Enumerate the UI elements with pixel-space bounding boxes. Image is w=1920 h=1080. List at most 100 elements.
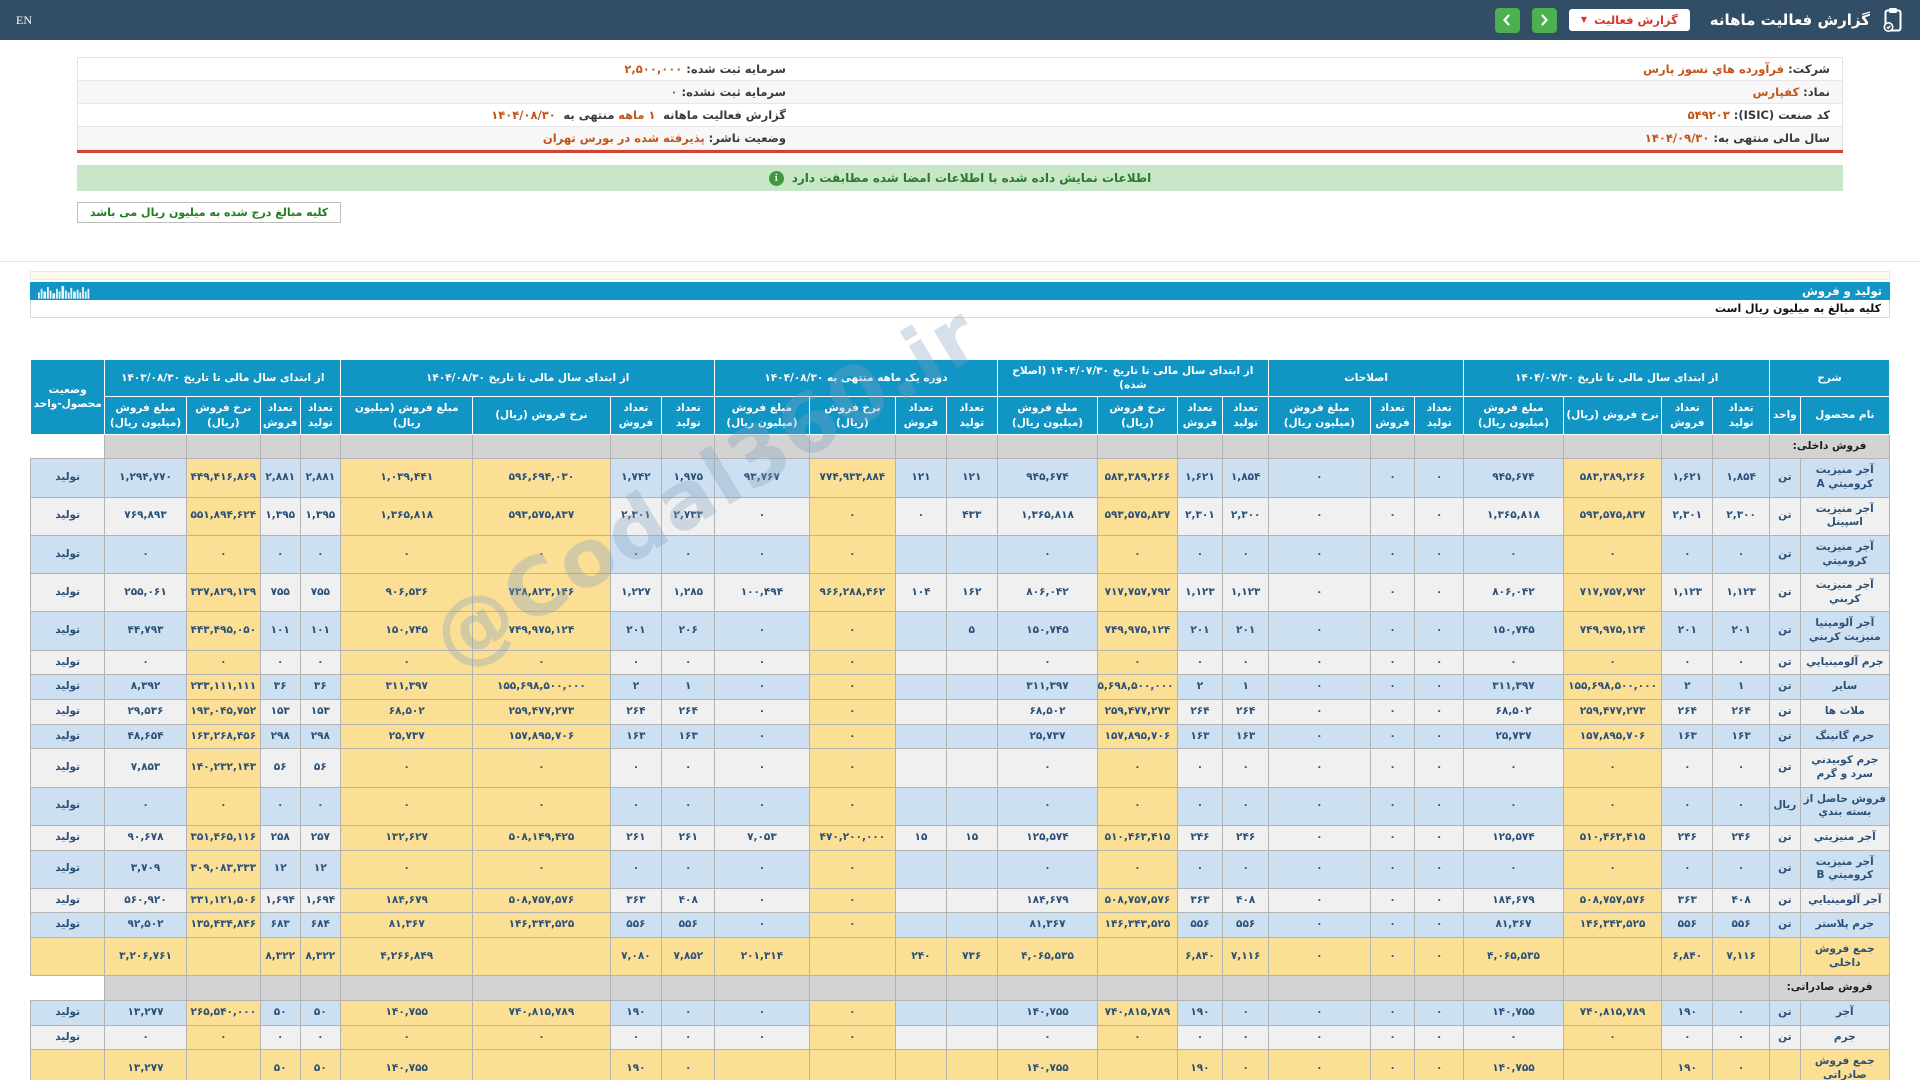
value-cell: ۷۳۸,۸۲۳,۱۴۶ (472, 573, 611, 613)
value-cell: ۴۴۹,۴۱۶,۸۶۹ (185, 458, 261, 498)
product-name-cell: آجر منیزیت کرومیتي (1799, 534, 1891, 575)
report-type-dropdown[interactable]: گزارش فعالیت ▼ (1568, 9, 1690, 31)
value-cell: ۹۴۵,۶۷۴ (1463, 458, 1564, 498)
value-cell: ۰ (472, 649, 611, 676)
value-cell: ۰ (1369, 534, 1416, 575)
value-cell: ۷۶۹,۸۹۳ (104, 496, 187, 536)
unit-cell: تن (1769, 534, 1801, 575)
value-cell: ۲۰۱ (1176, 611, 1224, 651)
value-cell: ۴۳۳ (945, 496, 998, 536)
value-cell: ۱۹۰ (1176, 999, 1224, 1026)
table-row: آجر تن ۰ ۱۹۰ ۷۴۰,۸۱۵,۷۸۹ ۱۴۰,۷۵۵ ۰ ۰ ۰ ۰ ۱۹۰ ۷۴۰,۸۱… (29, 999, 1891, 1026)
value-cell: ۷,۰۵۳ (714, 824, 810, 851)
chevron-right-icon (1541, 14, 1549, 26)
value-cell: ۴۴,۷۹۳ (104, 611, 187, 651)
next-report-button[interactable] (1531, 7, 1557, 33)
value-cell: ۵۸۳,۳۸۹,۲۶۶ (1097, 458, 1178, 498)
value-cell: ۱۸۴,۶۷۹ (996, 887, 1099, 914)
value-cell: ۲۳۳,۱۱۱,۱۱۱ (185, 674, 261, 701)
value-cell: ۰ (1369, 937, 1416, 977)
previous-report-button[interactable] (1494, 7, 1520, 33)
value-cell: ۸۰۶,۰۴۲ (996, 573, 1099, 613)
value-cell: ۲۰۱ (1712, 611, 1771, 651)
value-cell: ۰ (1222, 649, 1270, 676)
value-cell: ۲۵۹,۴۷۷,۲۷۳ (1562, 699, 1663, 725)
unit-cell: تن (1769, 496, 1801, 536)
forosh-header: تعداد فروش (609, 396, 663, 435)
table-row: سایرتن۱۲۱۵۵,۶۹۸,۵۰۰,۰۰۰۳۱۱,۳۹۷۰۰۰۱۲۱۵۵,۶… (29, 674, 1891, 701)
value-cell: ۰ (808, 748, 897, 788)
forosh-header: تعداد فروش (259, 396, 301, 435)
value-cell: ۰ (1414, 723, 1465, 750)
value-cell: ۱۴۰,۷۵۵ (340, 1049, 474, 1080)
value-cell: ۰ (1463, 786, 1564, 826)
symbol-label: نماد: (1803, 85, 1830, 99)
value-cell: ۵۹۶,۶۹۴,۰۳۰ (472, 458, 611, 498)
table-row: جرم آلومینیایي تن ۰ ۰ ۰ ۰ ۰ ۰ ۰ ۰ ۰ ۰ ۰ ۰ ۰ ۰ ۰ ۰ ۰ ۰ ۰ ۰ ۰ تول… (29, 649, 1891, 676)
fiscal-year-value: ۱۴۰۴/۰۹/۳۰ (1644, 131, 1710, 145)
unit-header: واحد (1769, 396, 1801, 435)
product-name-cell: آجر آلومینیا منیزیت کربني (1799, 611, 1891, 651)
value-cell: ۰ (661, 748, 716, 788)
value-cell: ۴,۲۶۶,۸۴۹ (340, 937, 474, 977)
value-cell: ۵۵۶ (1176, 912, 1224, 939)
value-cell: ۰ (1268, 887, 1371, 914)
value-cell: ۰ (661, 1049, 716, 1080)
value-cell (472, 937, 611, 977)
value-cell: ۲,۳۰۱ (609, 496, 663, 536)
unit-cell: تن (1769, 458, 1801, 498)
value-cell: ۰ (714, 496, 810, 536)
info-row: شرکت:فرآورده هاي نسوز پارس سرمایه ثبت شد… (78, 58, 1842, 81)
unregistered-capital-label: سرمایه ثبت نشده: (681, 85, 786, 99)
value-cell: ۳۶۳ (1661, 887, 1714, 914)
value-cell: ۰ (1414, 674, 1465, 701)
table-row: جرم گانینگ تن ۱۶۳ ۱۶۳ ۱۵۷,۸۹۵,۷۰۶ ۲۵,۷۳۷ ۰ ۰ ۰ ۱۶… (29, 723, 1891, 750)
value-cell: ۰ (808, 723, 897, 750)
value-cell: ۱۰۱ (299, 611, 342, 651)
value-cell: ۰ (1222, 1024, 1270, 1051)
value-cell: ۱۰۴ (895, 573, 947, 613)
value-cell: ۷۵۵ (259, 573, 301, 613)
value-cell: ۰ (1369, 999, 1416, 1026)
page-title: گزارش فعالیت ماهانه (1709, 11, 1870, 29)
value-cell: ۲۵۷ (299, 824, 342, 851)
value-cell: ۰ (808, 699, 897, 725)
language-toggle[interactable]: EN (16, 13, 32, 28)
value-cell: ۰ (808, 674, 897, 701)
value-cell: ۱۹۳,۰۴۵,۷۵۲ (185, 699, 261, 725)
value-cell: ۱,۳۹۵ (259, 496, 301, 536)
value-cell: ۰ (1097, 849, 1178, 889)
table-row: آجر منیزیت اسپینل تن ۲,۳۰۰ ۲,۳۰۱ ۵۹۳,۵۷۵,۸۳۷… (29, 496, 1891, 536)
value-cell: ۱,۸۵۴ (1712, 458, 1771, 498)
value-cell (945, 1024, 998, 1051)
value-cell: ۵۹۳,۵۷۵,۸۳۷ (1562, 496, 1663, 536)
nerkh-header: نرخ فروش (ریال) (185, 396, 261, 435)
status-cell: تولید (29, 458, 106, 498)
value-cell: ۰ (661, 849, 716, 889)
product-name-cell: جرم (1799, 1024, 1891, 1051)
table-row: آجر منیزیت کربني تن ۱,۱۲۳ ۱,۱۲۳ ۷۱۷,۷۵۷,۷۹۲ ۸… (29, 573, 1891, 613)
status-cell: تولید (29, 912, 106, 939)
value-cell: ۱۵۰,۷۴۵ (996, 611, 1099, 651)
value-cell: ۱۰۰,۴۹۴ (714, 573, 810, 613)
product-name-cell: جرم آلومینیایي (1799, 649, 1891, 676)
scroll-strip[interactable] (30, 271, 1890, 280)
value-cell: ۲۵۸ (259, 824, 301, 851)
value-cell: ۰ (104, 649, 187, 676)
value-cell: ۰ (1268, 723, 1371, 750)
value-cell: ۱۴۰,۷۵۵ (996, 1049, 1099, 1080)
skyline-watermark-icon (38, 285, 90, 299)
value-cell: ۱۲ (259, 849, 301, 889)
value-cell (895, 786, 947, 826)
value-cell: ۰ (1176, 849, 1224, 889)
value-cell (945, 723, 998, 750)
million-rial-note: کلیه مبالغ درج شده به میلیون ریال می باش… (77, 202, 342, 223)
value-cell: ۱,۹۷۵ (661, 458, 716, 498)
value-cell: ۲ (1176, 674, 1224, 701)
table-row: آجر آلومینیایي تن ۴۰۸ ۳۶۳ ۵۰۸,۷۵۷,۵۷۶ ۱۸۴,۶۷۹… (29, 887, 1891, 914)
value-cell: ۲۰۱,۳۱۴ (714, 937, 810, 977)
value-cell: ۰ (1369, 458, 1416, 498)
product-name-cell: آجر آلومینیایي (1799, 887, 1891, 914)
value-cell: ۲۶۴ (609, 699, 663, 725)
value-cell: ۱,۱۲۳ (1222, 573, 1270, 613)
